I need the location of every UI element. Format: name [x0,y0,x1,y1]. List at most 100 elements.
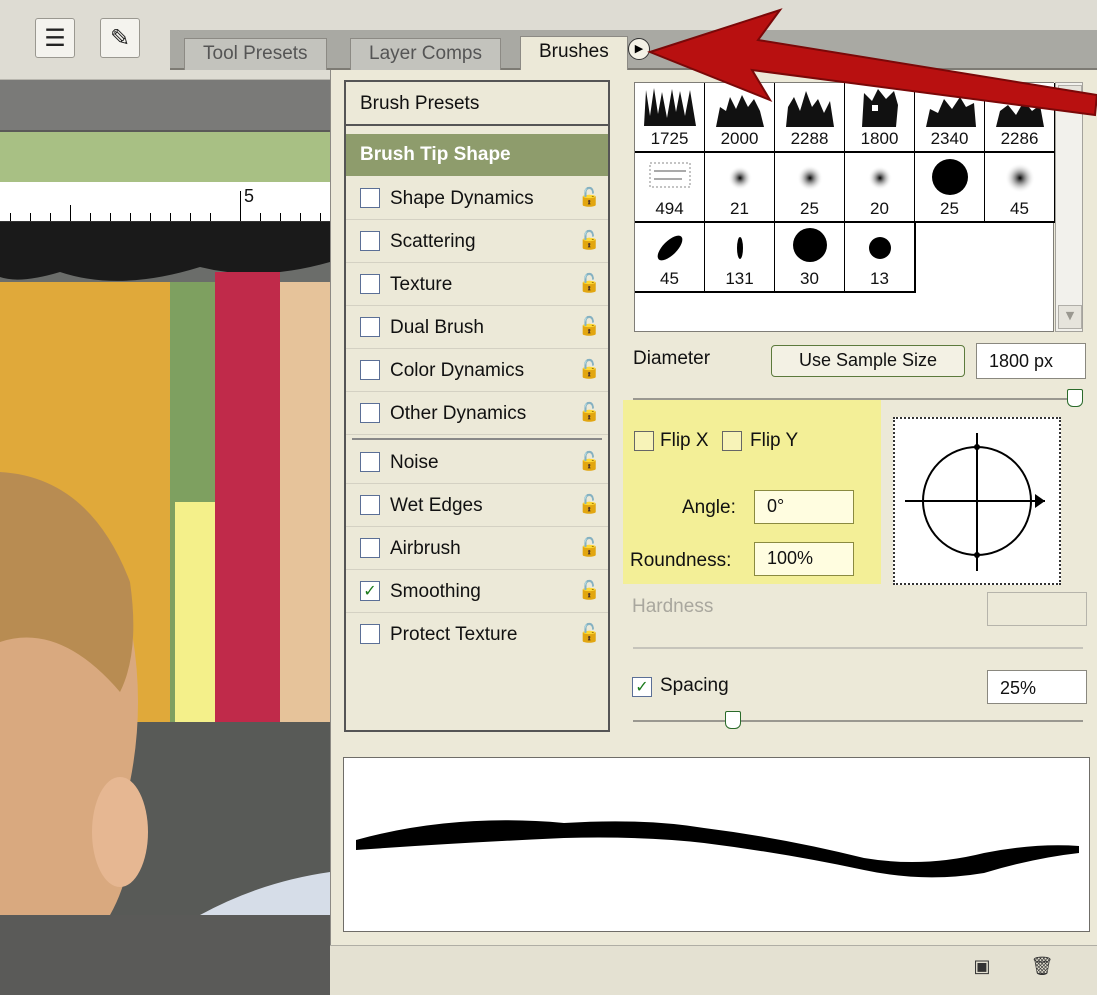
brush-tip-cell[interactable]: 25 [915,153,986,223]
brush-tip-cell[interactable]: 20 [845,153,916,223]
lock-icon[interactable]: 🔓 [578,579,600,603]
lock-icon[interactable]: 🔓 [578,493,600,517]
lock-icon[interactable]: 🔓 [578,536,600,560]
roundness-input[interactable]: 100% [754,542,854,576]
lock-icon[interactable]: 🔓 [578,401,600,425]
brush-tip-cell[interactable]: 1725 [635,83,706,153]
brush-tip-cell[interactable]: 1800 [845,83,916,153]
brush-tip-cell[interactable]: 25 [775,153,846,223]
brush-tip-cell[interactable]: 494 [635,153,706,223]
brush-tip-cell[interactable]: 2286 [985,83,1056,153]
lock-icon[interactable]: 🔓 [578,229,600,253]
brush-size: 20 [870,199,889,218]
ruler [0,182,330,222]
option-label: Wet Edges [390,495,483,516]
photo-scene [0,222,330,915]
diameter-input[interactable]: 1800 px [976,343,1086,379]
option-protect-texture[interactable]: Protect Texture 🔓 [346,614,608,656]
scattering-checkbox[interactable] [360,231,380,251]
option-smoothing[interactable]: ✓ Smoothing 🔓 [346,571,608,613]
flip-x-checkbox[interactable] [634,431,654,451]
tab-brushes[interactable]: Brushes [520,36,628,72]
brush-tip-cell[interactable]: 45 [635,223,706,293]
option-wet-edges[interactable]: Wet Edges 🔓 [346,485,608,527]
canvas-grey-band [0,80,330,130]
panel-menu-button[interactable]: ▶ [628,38,650,60]
option-color-dynamics[interactable]: Color Dynamics 🔓 [346,350,608,392]
option-dual-brush[interactable]: Dual Brush 🔓 [346,307,608,349]
spacing-input[interactable]: 25% [987,670,1087,704]
lock-icon[interactable]: 🔓 [578,358,600,382]
option-noise[interactable]: Noise 🔓 [346,442,608,484]
noise-checkbox[interactable] [360,452,380,472]
lock-icon[interactable]: 🔓 [578,622,600,646]
spacing-slider-thumb[interactable] [725,711,742,729]
brush-preset-icon[interactable]: ✎ [100,18,140,58]
color-dynamics-checkbox[interactable] [360,360,380,380]
trash-icon[interactable]: 🗑 [1030,955,1054,979]
smoothing-checkbox[interactable]: ✓ [360,581,380,601]
spacing-checkbox[interactable]: ✓ [632,677,652,697]
option-shape-dynamics[interactable]: Shape Dynamics 🔓 [346,178,608,220]
spacing-slider[interactable] [633,720,1083,722]
option-label: Airbrush [390,538,461,559]
texture-checkbox[interactable] [360,274,380,294]
brush-size: 2000 [720,129,759,148]
brush-tip-cell[interactable]: 30 [775,223,846,293]
tab-layer-comps[interactable]: Layer Comps [350,38,501,70]
roundness-label: Roundness: [630,550,732,571]
brush-size: 45 [660,269,679,288]
option-label: Noise [390,452,439,473]
scroll-up-icon[interactable]: ▲ [1058,85,1082,109]
brush-presets-item[interactable]: Brush Presets [346,82,608,126]
other-dynamics-checkbox[interactable] [360,403,380,423]
scroll-down-icon[interactable]: ▼ [1058,305,1082,329]
angle-label: Angle: [682,497,736,518]
option-label: Other Dynamics [390,403,527,424]
brush-tip-cell[interactable]: 131 [705,223,776,293]
option-label: Shape Dynamics [390,188,534,209]
angle-roundness-preview[interactable] [893,417,1061,585]
hardness-input [987,592,1087,626]
airbrush-checkbox[interactable] [360,538,380,558]
brush-tip-cell[interactable]: 2340 [915,83,986,153]
lock-icon[interactable]: 🔓 [578,450,600,474]
lock-icon[interactable]: 🔓 [578,315,600,339]
lock-icon[interactable]: 🔓 [578,186,600,210]
wet-edges-checkbox[interactable] [360,495,380,515]
canvas-green-band [0,132,330,182]
dual-brush-checkbox[interactable] [360,317,380,337]
option-texture[interactable]: Texture 🔓 [346,264,608,306]
brush-tip-cell[interactable]: 2000 [705,83,776,153]
option-label: Scattering [390,231,476,252]
brush-tip-cell[interactable]: 45 [985,153,1056,223]
brush-tip-cell[interactable]: 13 [845,223,916,293]
option-other-dynamics[interactable]: Other Dynamics 🔓 [346,393,608,435]
protect-texture-checkbox[interactable] [360,624,380,644]
shape-dynamics-checkbox[interactable] [360,188,380,208]
document-icon[interactable]: ☰ [35,18,75,58]
use-sample-size-button[interactable]: Use Sample Size [771,345,965,377]
diameter-slider-thumb[interactable] [1067,389,1083,407]
spacing-label: Spacing [660,675,729,696]
brush-size: 30 [800,269,819,288]
flip-y-label: Flip Y [750,430,799,451]
brush-size: 2286 [1000,129,1039,148]
option-label: Texture [390,274,453,295]
brush-size: 13 [870,269,889,288]
list-divider [352,438,602,440]
option-scattering[interactable]: Scattering 🔓 [346,221,608,263]
angle-input[interactable]: 0° [754,490,854,524]
brush-size: 494 [655,199,684,218]
brush-tip-cell[interactable]: 2288 [775,83,846,153]
grid-scrollbar[interactable]: ▲ ▼ [1055,82,1083,332]
hardness-label: Hardness [632,596,714,617]
tab-tool-presets[interactable]: Tool Presets [184,38,327,70]
diameter-label: Diameter [633,348,711,369]
option-airbrush[interactable]: Airbrush 🔓 [346,528,608,570]
brush-tip-cell[interactable]: 21 [705,153,776,223]
lock-icon[interactable]: 🔓 [578,272,600,296]
new-preset-icon[interactable]: ▣ [970,955,994,979]
brush-tip-shape-item[interactable]: Brush Tip Shape [346,134,608,176]
flip-y-checkbox[interactable] [722,431,742,451]
